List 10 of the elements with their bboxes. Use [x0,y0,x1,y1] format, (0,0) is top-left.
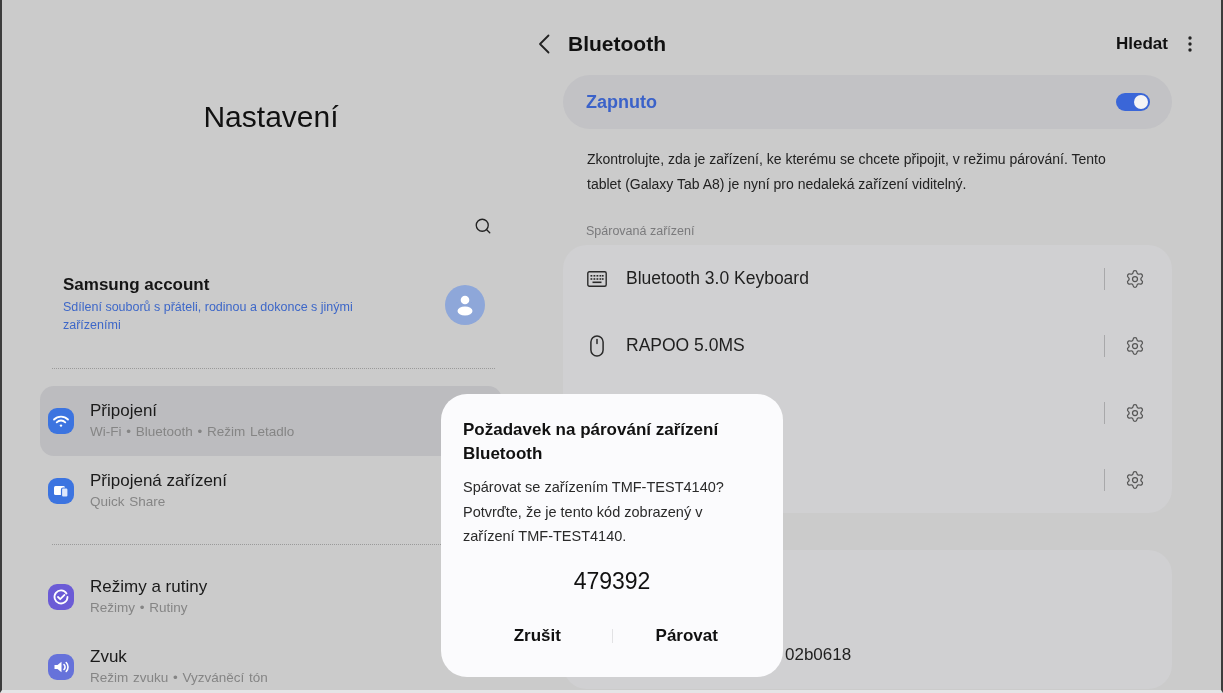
partial-text: 02b0618 [785,645,852,664]
switch-label: Zapnuto [586,91,657,113]
dialog-message: Spárovat se zařízením TMF-TEST4140? Potvrďte, že je tento kód zobrazený v zařízení TMF-TEST4140. [463,478,725,546]
section-heading: Spárovaná zařízení [586,223,695,239]
account-subtitle: Sdílení souborů s přáteli, rodinou a dokonce s jinými zařízeními [63,299,354,334]
account-title: Samsung account [63,275,210,295]
panel-title: Nastavení [203,99,339,135]
pairing-code: 479392 [573,566,651,595]
page-title: Bluetooth [568,32,666,56]
description-text: Zkontrolujte, zda je zařízení, ke kterému se chcete připojit, v režimu párování. Tento tablet (Galaxy Tab A8) je nyní pro nedaleká zařízení viditelný. [587,150,1107,194]
